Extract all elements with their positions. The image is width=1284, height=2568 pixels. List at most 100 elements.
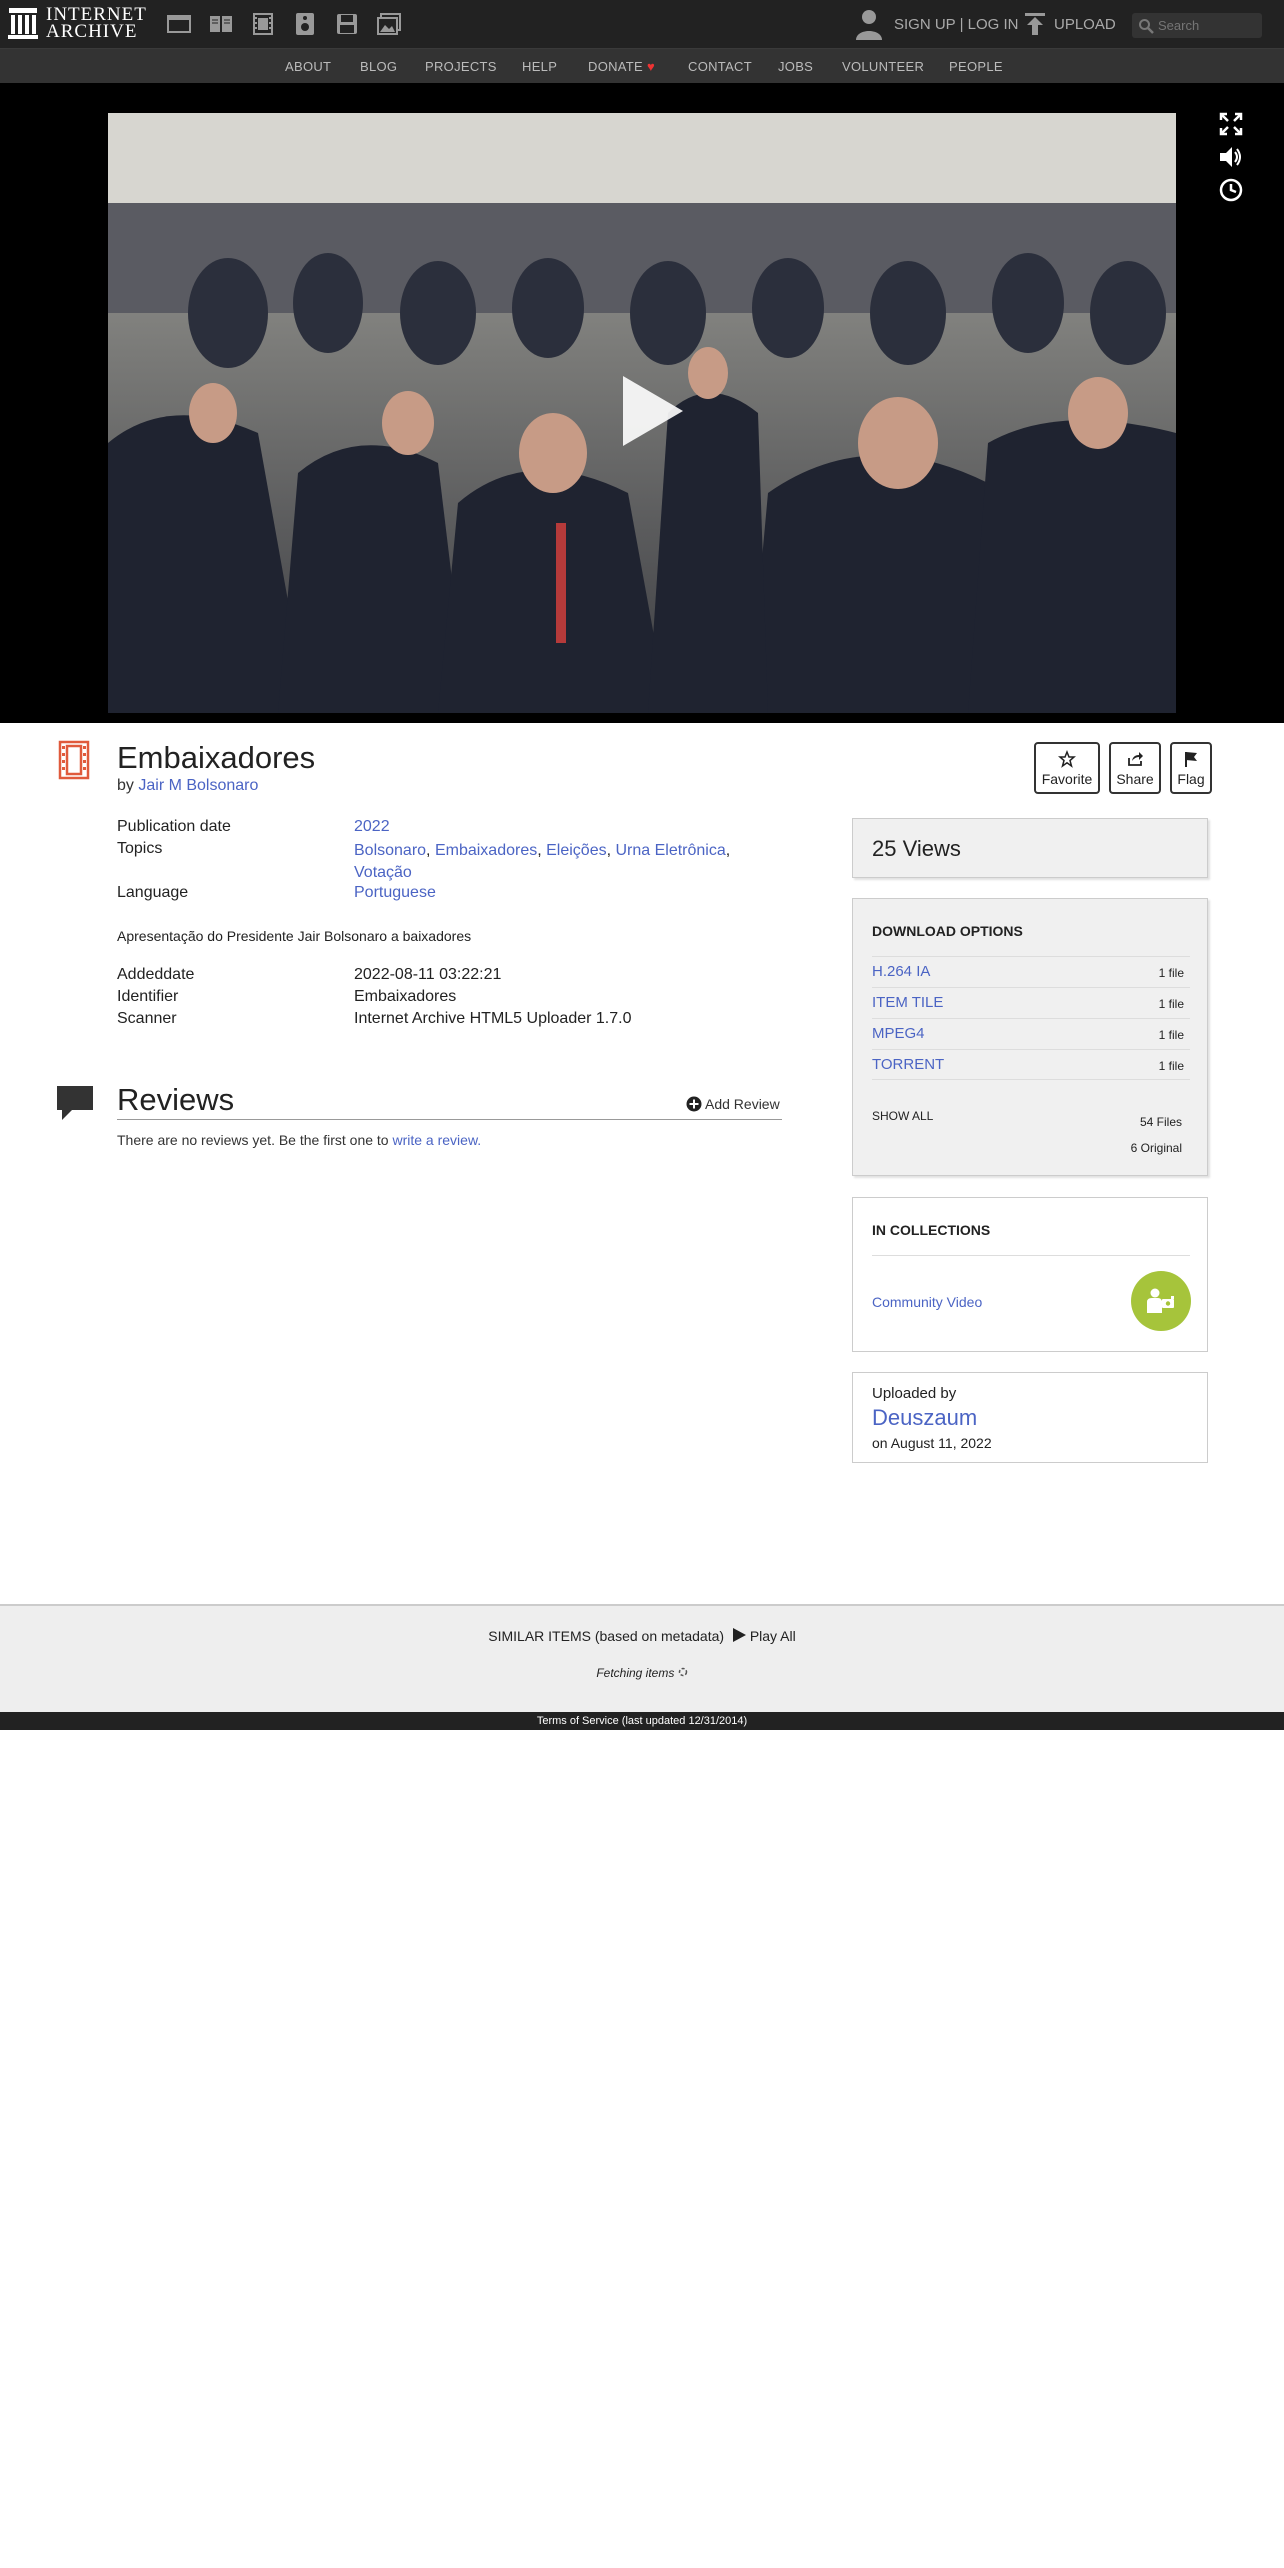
nav-blog[interactable]: BLOG	[360, 59, 397, 74]
nav-about[interactable]: ABOUT	[285, 59, 331, 74]
download-file-count: 1 file	[1158, 1059, 1184, 1073]
terms-link[interactable]: Terms of Service (last updated 12/31/201…	[537, 1715, 747, 1727]
collection-link[interactable]: Community Video	[872, 1294, 982, 1310]
scanner-label: Scanner	[117, 1010, 177, 1027]
write-review-link[interactable]: write a review.	[392, 1132, 481, 1148]
download-row: TORRENT 1 file	[872, 1049, 1190, 1080]
download-row: H.264 IA 1 file	[872, 956, 1190, 987]
logo-line2: ARCHIVE	[46, 21, 138, 42]
audio-icon[interactable]	[292, 12, 318, 36]
identifier-value: Embaixadores	[354, 988, 457, 1005]
add-review-label: Add Review	[705, 1096, 780, 1112]
video-theater	[0, 83, 1284, 723]
similar-items-title: SIMILAR ITEMS (based on metadata)	[488, 1628, 725, 1644]
play-all-label: Play All	[749, 1628, 796, 1644]
download-format-link[interactable]: TORRENT	[872, 1056, 944, 1073]
favorite-label: Favorite	[1041, 770, 1093, 787]
collections-box: IN COLLECTIONS Community Video	[852, 1197, 1208, 1352]
download-file-count: 1 file	[1158, 1028, 1184, 1042]
nav-people[interactable]: PEOPLE	[949, 59, 1003, 74]
images-icon[interactable]	[376, 12, 402, 36]
download-row: MPEG4 1 file	[872, 1018, 1190, 1049]
topic-link[interactable]: Urna Eletrônica	[615, 842, 725, 859]
search-icon	[1139, 19, 1154, 34]
fullscreen-icon[interactable]	[1218, 111, 1244, 137]
download-format-link[interactable]: ITEM TILE	[872, 994, 943, 1011]
download-format-link[interactable]: MPEG4	[872, 1025, 925, 1042]
plus-circle-icon	[686, 1096, 702, 1112]
download-divider	[872, 1079, 1190, 1080]
community-icon	[1147, 1288, 1174, 1313]
flag-icon	[1185, 751, 1197, 767]
download-format-link[interactable]: H.264 IA	[872, 963, 930, 980]
star-icon	[1058, 749, 1076, 768]
topic-link[interactable]: Votação	[354, 864, 412, 881]
byline: by Jair M Bolsonaro	[117, 777, 258, 795]
topic-link[interactable]: Eleições	[546, 842, 606, 859]
share-button[interactable]: Share	[1109, 742, 1161, 794]
user-icon[interactable]	[854, 8, 884, 40]
download-options-box: DOWNLOAD OPTIONS H.264 IA 1 file ITEM TI…	[852, 898, 1208, 1176]
creator-link[interactable]: Jair M Bolsonaro	[138, 777, 258, 794]
language-link[interactable]: Portuguese	[354, 884, 436, 902]
collections-divider	[872, 1255, 1190, 1256]
upload-date: on August 11, 2022	[872, 1435, 992, 1451]
similar-items-header: SIMILAR ITEMS (based on metadata) Play A…	[0, 1628, 1284, 1644]
uploader-box: Uploaded by Deuszaum on August 11, 2022	[852, 1372, 1208, 1463]
upload-icon[interactable]	[1024, 12, 1046, 36]
language-label: Language	[117, 884, 189, 901]
identifier-label: Identifier	[117, 988, 179, 1005]
download-file-count: 1 file	[1158, 997, 1184, 1011]
topic-link[interactable]: Bolsonaro	[354, 842, 426, 859]
nav-jobs[interactable]: JOBS	[778, 59, 813, 74]
reviews-divider	[117, 1119, 782, 1120]
nav-help[interactable]: HELP	[522, 59, 557, 74]
clock-icon[interactable]	[1218, 177, 1244, 203]
search-box	[1132, 13, 1262, 38]
publication-date-label: Publication date	[117, 818, 231, 835]
no-reviews-message: There are no reviews yet. Be the first o…	[117, 1132, 389, 1148]
topic-link[interactable]: Embaixadores	[435, 842, 537, 859]
upload-menu: UPLOAD	[1024, 12, 1116, 36]
by-prefix: by	[117, 777, 134, 794]
top-bar: INTERNET ARCHIVE SIGN UP | LOG IN UPLOAD…	[0, 0, 1284, 48]
nav-projects[interactable]: PROJECTS	[425, 59, 497, 74]
fetching-label: Fetching items	[596, 1666, 675, 1680]
texts-icon[interactable]	[208, 12, 234, 36]
scanner-value: Internet Archive HTML5 Uploader 1.7.0	[354, 1010, 632, 1027]
play-all-icon	[732, 1628, 746, 1642]
uploader-link[interactable]: Deuszaum	[872, 1405, 977, 1431]
heart-icon: ♥	[647, 59, 656, 74]
download-file-count: 1 file	[1158, 966, 1184, 980]
similar-items-section: SIMILAR ITEMS (based on metadata) Play A…	[0, 1604, 1284, 1714]
video-icon[interactable]	[250, 12, 276, 36]
publication-date-link[interactable]: 2022	[354, 818, 390, 836]
volume-icon[interactable]	[1218, 144, 1244, 170]
spinner-icon	[678, 1667, 687, 1677]
play-all-button[interactable]: Play All	[732, 1628, 796, 1644]
internet-archive-logo[interactable]: INTERNET ARCHIVE	[8, 5, 147, 42]
search-input[interactable]	[1158, 13, 1254, 38]
collection-badge[interactable]	[1131, 1271, 1191, 1331]
play-icon[interactable]	[618, 371, 688, 451]
flag-button[interactable]: Flag	[1170, 742, 1212, 794]
upload-link[interactable]: UPLOAD	[1054, 16, 1116, 33]
favorite-button[interactable]: Favorite	[1034, 742, 1100, 794]
show-all-link[interactable]: SHOW ALL	[872, 1109, 933, 1123]
nav-contact[interactable]: CONTACT	[688, 59, 752, 74]
comment-icon	[57, 1086, 93, 1120]
web-icon[interactable]	[166, 12, 192, 36]
nav-donate[interactable]: DONATE ♥	[588, 59, 655, 74]
topics-list: Bolsonaro, Embaixadores, Eleições, Urna …	[354, 842, 731, 881]
share-icon	[1128, 751, 1143, 766]
signup-login-link[interactable]: SIGN UP | LOG IN	[894, 16, 1018, 33]
topics-label: Topics	[117, 840, 163, 857]
uploaded-by-label: Uploaded by	[872, 1385, 957, 1402]
add-review-button[interactable]: Add Review	[686, 1096, 780, 1112]
secondary-nav: ABOUT BLOG PROJECTS HELP DONATE ♥ CONTACT…	[0, 48, 1284, 83]
video-player[interactable]	[108, 113, 1176, 713]
item-description: Apresentação do Presidente Jair Bolsonar…	[117, 928, 472, 944]
nav-volunteer[interactable]: VOLUNTEER	[842, 59, 924, 74]
total-files-count: 54 Files	[1139, 1115, 1182, 1129]
software-icon[interactable]	[334, 12, 360, 36]
